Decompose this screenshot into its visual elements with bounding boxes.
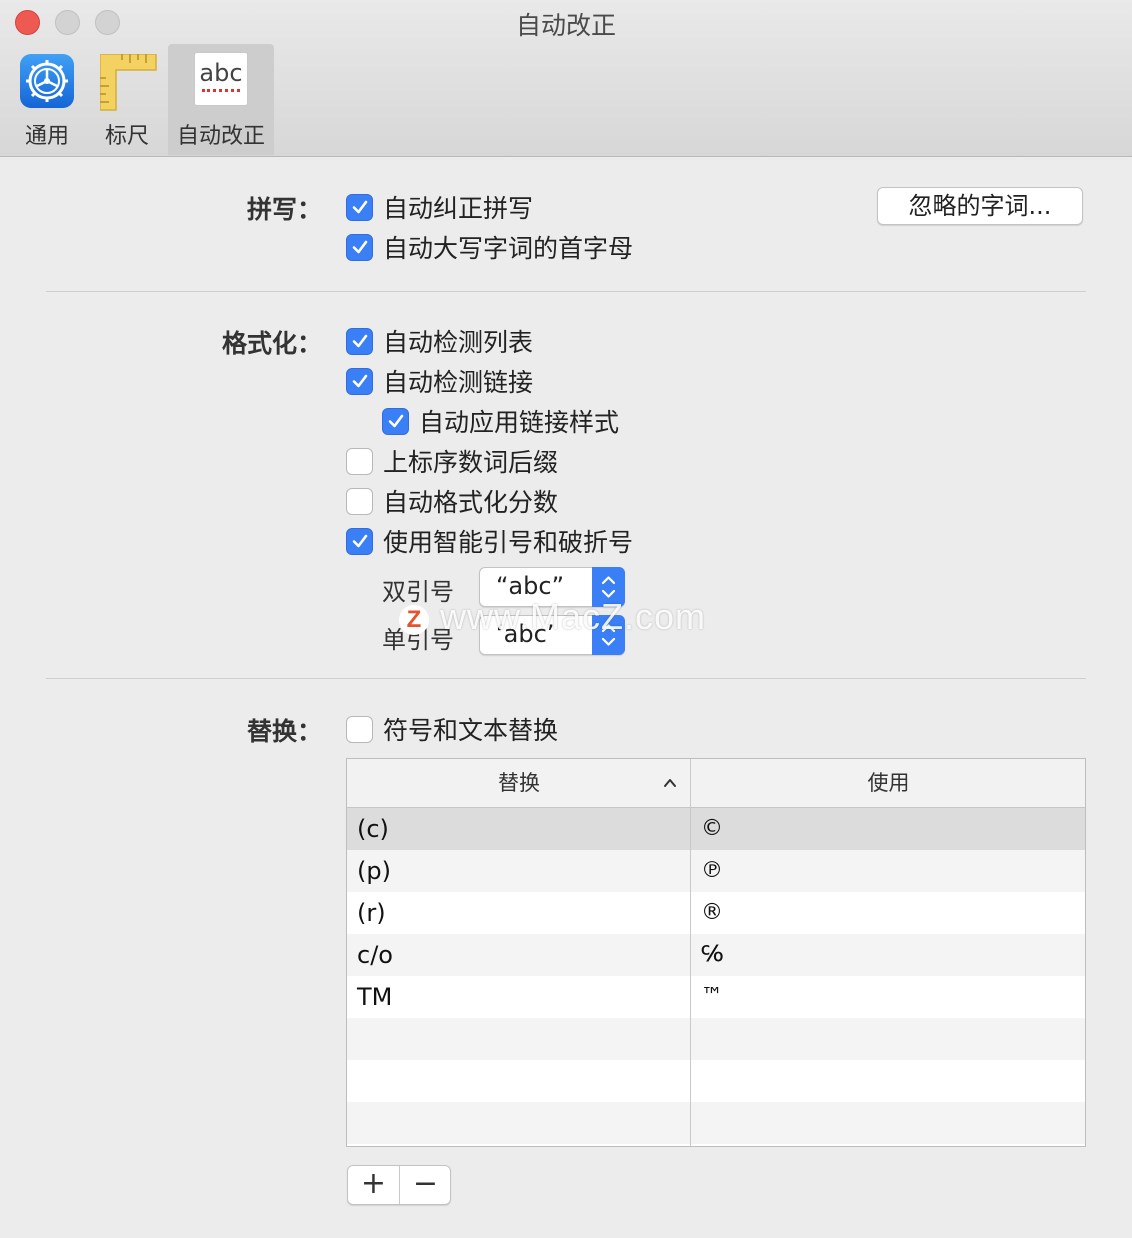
sort-ascending-icon [663,775,677,794]
checkbox-checked[interactable] [346,193,373,221]
detect-links-option[interactable]: 自动检测链接 [346,364,533,398]
toolbar-item-label: 通用 [24,124,69,149]
checkbox-checked[interactable] [382,407,409,435]
table-row[interactable]: (r) ® [347,892,1085,934]
table-row[interactable]: (p) ℗ [347,850,1085,892]
add-replacement-button[interactable]: + [348,1166,400,1204]
spelling-underline [202,89,240,92]
toolbar-item-label: 标尺 [104,124,149,149]
replacement-section-label: 替换： [246,717,322,746]
empty-row [347,1018,1085,1060]
section-divider [46,291,1086,292]
option-label: 自动检测链接 [383,368,534,397]
checkbox-unchecked[interactable] [346,487,373,515]
column-header-with[interactable]: 使用 [692,759,1085,807]
toolbar-item-ruler[interactable]: 标尺 [92,44,162,155]
option-label: 自动检测列表 [383,328,534,357]
option-label: 上标序数词后缀 [383,448,559,477]
watermark-logo: Z [399,605,429,635]
checkbox-checked[interactable] [346,233,373,261]
checkbox-checked[interactable] [346,527,373,555]
option-label: 使用智能引号和破折号 [383,528,634,557]
add-remove-control: + − [347,1165,451,1205]
replace-cell: (r) [357,899,386,927]
option-label: 自动大写字词的首字母 [383,234,634,263]
checkbox-unchecked[interactable] [346,447,373,475]
table-row[interactable]: c/o ℅ [347,934,1085,976]
autocorrect-preferences-window: 自动改正 通用 标尺 abc 自动改正 拼写： 自动纠正拼写 自动大写字词的首字… [0,0,1132,1238]
section-divider [46,678,1086,679]
with-cell: ™ [701,984,723,1009]
auto-correct-spelling-option[interactable]: 自动纠正拼写 [346,190,533,224]
auto-capitalize-option[interactable]: 自动大写字词的首字母 [346,230,633,264]
table-row[interactable]: (c) © [347,808,1085,850]
watermark-text: www.MacZ.com [440,596,707,637]
checkbox-checked[interactable] [346,367,373,395]
with-cell: © [701,816,723,841]
link-style-option[interactable]: 自动应用链接样式 [382,404,619,438]
replacement-table[interactable]: 替换 使用 (c) © (p) ℗ (r) ® c/o ℅ TM ™ [346,758,1086,1147]
table-row[interactable]: TM ™ [347,976,1085,1018]
replace-cell: TM [357,983,393,1011]
formatting-section-label: 格式化： [221,329,322,358]
table-header: 替换 使用 [347,759,1085,808]
abc-spellcheck-icon: abc [194,52,248,106]
ruler-icon [99,53,160,112]
replace-cell: (c) [357,815,389,843]
remove-replacement-button[interactable]: − [400,1166,451,1204]
ignored-words-button[interactable]: 忽略的字词... [877,187,1083,225]
gear-icon [20,54,74,108]
replace-cell: c/o [357,941,393,969]
with-cell: ℗ [701,858,723,883]
title-bar: 自动改正 通用 标尺 abc 自动改正 [0,0,1132,157]
detect-lists-option[interactable]: 自动检测列表 [346,324,533,358]
option-label: 自动应用链接样式 [419,408,620,437]
option-label: 自动格式化分数 [383,488,559,517]
with-cell: ® [701,900,723,925]
column-header-replace[interactable]: 替换 [347,759,691,807]
option-label: 自动纠正拼写 [383,194,534,223]
replace-cell: (p) [357,857,391,885]
checkbox-unchecked[interactable] [346,715,373,743]
option-label: 符号和文本替换 [383,716,559,745]
toolbar-item-label: 自动改正 [176,124,265,149]
with-cell: ℅ [701,942,724,967]
toolbar-item-general[interactable]: 通用 [14,44,80,155]
empty-row [347,1102,1085,1144]
column-separator [690,759,691,1146]
empty-row [347,1060,1085,1102]
spelling-section-label: 拼写： [246,195,322,224]
format-fractions-option[interactable]: 自动格式化分数 [346,484,558,518]
icon-text: abc [199,59,243,87]
toolbar-item-autocorrect[interactable]: abc 自动改正 [168,44,274,155]
checkbox-checked[interactable] [346,327,373,355]
smart-quotes-option[interactable]: 使用智能引号和破折号 [346,524,633,558]
text-replacement-option[interactable]: 符号和文本替换 [346,712,558,746]
window-title: 自动改正 [515,11,616,40]
ordinal-superscript-option[interactable]: 上标序数词后缀 [346,444,558,478]
